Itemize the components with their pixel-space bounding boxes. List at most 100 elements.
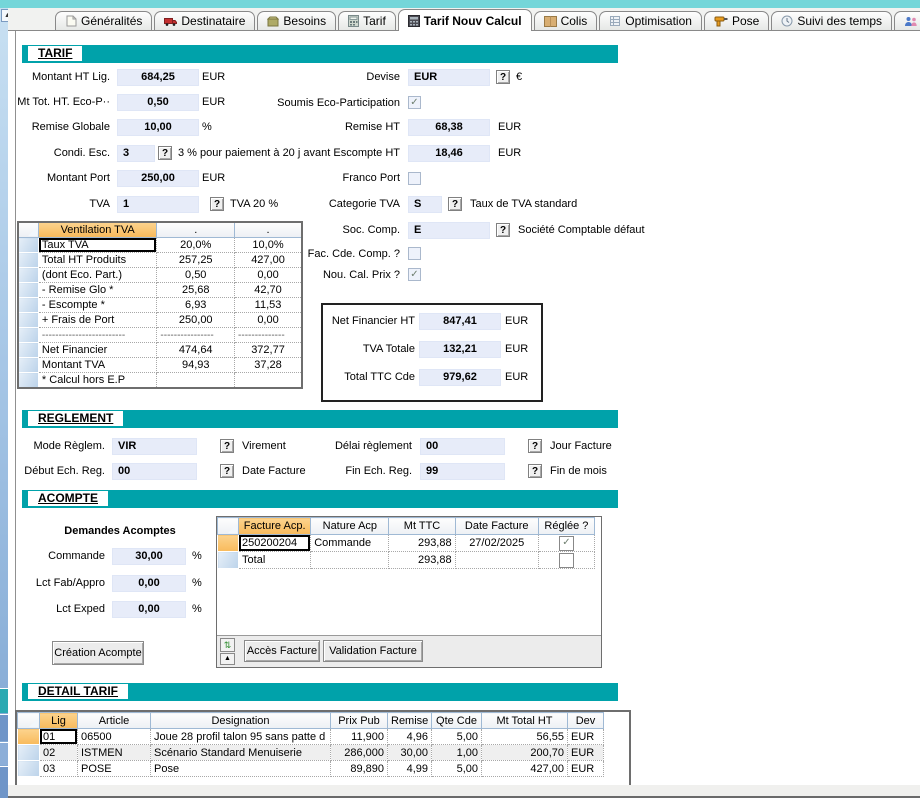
reglee-cell[interactable] <box>538 552 594 569</box>
tab-optimisation[interactable]: Optimisation <box>599 11 702 30</box>
mode-reglem-help-button[interactable]: ? <box>220 439 234 453</box>
ventilation-title-header[interactable]: Ventilation TVA <box>38 222 157 238</box>
date-cell[interactable] <box>455 552 538 569</box>
row-header[interactable] <box>18 253 38 268</box>
tab-tarif[interactable]: Tarif <box>338 11 396 30</box>
ventilation-col-header[interactable]: . <box>157 222 235 238</box>
soc-comp-help-button[interactable]: ? <box>496 223 510 237</box>
mt-total-ht-cell[interactable]: 427,00 <box>482 761 568 777</box>
sort-button[interactable]: ⇅ <box>220 638 235 652</box>
lct-exped-field[interactable]: 0,00 <box>112 601 186 618</box>
remise-cell[interactable]: 4,99 <box>388 761 432 777</box>
montant-port-field[interactable]: 250,00 <box>117 170 199 187</box>
delai-reglement-help-button[interactable]: ? <box>528 439 542 453</box>
col-header-dev[interactable]: Dev <box>568 713 604 729</box>
tab-tarif-nouv-calcul[interactable]: Tarif Nouv Calcul <box>398 9 532 31</box>
reglee-checkbox[interactable] <box>559 553 574 568</box>
col-header-lig[interactable]: Lig <box>40 713 78 729</box>
row-header[interactable] <box>18 761 40 777</box>
col-header-designation[interactable]: Designation <box>151 713 331 729</box>
row-header[interactable] <box>18 358 38 373</box>
designation-cell[interactable]: Scénario Standard Menuiserie <box>151 745 331 761</box>
col-header-nature-acp[interactable]: Nature Acp <box>311 518 389 535</box>
prix-pub-cell[interactable]: 89,890 <box>331 761 388 777</box>
total-ttc-field[interactable]: 979,62 <box>419 369 501 386</box>
col-header-facture-acp[interactable]: Facture Acp. <box>239 518 311 535</box>
dev-cell[interactable]: EUR <box>568 729 604 745</box>
mt-total-ht-cell[interactable]: 200,70 <box>482 745 568 761</box>
nou-cal-checkbox[interactable]: ✓ <box>408 268 421 281</box>
table-corner-cell[interactable] <box>218 518 239 535</box>
escompte-ht-field[interactable]: 18,46 <box>408 145 490 162</box>
franco-port-checkbox[interactable] <box>408 172 421 185</box>
categorie-tva-field[interactable]: S <box>408 196 442 213</box>
cell-taux-tva[interactable]: Taux TVA <box>38 238 157 253</box>
fin-ech-field[interactable]: 99 <box>420 463 505 480</box>
col-header-remise[interactable]: Remise <box>388 713 432 729</box>
row-up-button[interactable]: ▲ <box>220 653 235 665</box>
lig-cell[interactable]: 02 <box>40 745 78 761</box>
row-header[interactable] <box>18 745 40 761</box>
mt-total-ht-cell[interactable]: 56,55 <box>482 729 568 745</box>
lct-fab-field[interactable]: 0,00 <box>112 575 186 592</box>
soumis-eco-checkbox[interactable]: ✓ <box>408 96 421 109</box>
article-cell[interactable]: ISTMEN <box>78 745 151 761</box>
remise-cell[interactable]: 30,00 <box>388 745 432 761</box>
row-header[interactable] <box>18 268 38 283</box>
dev-cell[interactable]: EUR <box>568 745 604 761</box>
tva-field[interactable]: 1 <box>117 196 199 213</box>
mt-ttc-cell[interactable]: 293,88 <box>389 552 455 569</box>
facture-cell[interactable]: 250200204 <box>239 535 311 552</box>
prix-pub-cell[interactable]: 286,000 <box>331 745 388 761</box>
qte-cde-cell[interactable]: 1,00 <box>432 745 482 761</box>
col-header-qte-cde[interactable]: Qte Cde <box>432 713 482 729</box>
remise-globale-field[interactable]: 10,00 <box>117 119 199 136</box>
date-cell[interactable]: 27/02/2025 <box>455 535 538 552</box>
tva-totale-field[interactable]: 132,21 <box>419 341 501 358</box>
row-header[interactable] <box>18 313 38 328</box>
mt-ttc-cell[interactable]: 293,88 <box>389 535 455 552</box>
row-header[interactable] <box>18 238 38 253</box>
devise-field[interactable]: EUR <box>408 69 490 86</box>
qte-cde-cell[interactable]: 5,00 <box>432 761 482 777</box>
ventilation-col-header[interactable]: . <box>235 222 302 238</box>
condi-esc-field[interactable]: 3 <box>117 145 155 162</box>
col-header-article[interactable]: Article <box>78 713 151 729</box>
tab-contacts[interactable]: Contacts <box>894 11 920 30</box>
debut-ech-help-button[interactable]: ? <box>220 464 234 478</box>
article-cell[interactable]: 06500 <box>78 729 151 745</box>
row-header[interactable] <box>18 343 38 358</box>
tab-suivi-des-temps[interactable]: Suivi des temps <box>771 11 892 30</box>
reglee-checkbox[interactable]: ✓ <box>559 536 574 551</box>
mt-tot-eco-field[interactable]: 0,50 <box>117 94 199 111</box>
remise-ht-field[interactable]: 68,38 <box>408 119 490 136</box>
tva-help-button[interactable]: ? <box>210 197 224 211</box>
row-header[interactable] <box>18 283 38 298</box>
net-financier-ht-field[interactable]: 847,41 <box>419 313 501 330</box>
row-header[interactable] <box>218 552 239 569</box>
remise-cell[interactable]: 4,96 <box>388 729 432 745</box>
col-header-mt-ttc[interactable]: Mt TTC <box>389 518 455 535</box>
facture-cell[interactable]: Total <box>239 552 311 569</box>
nature-cell[interactable]: Commande <box>311 535 389 552</box>
fin-ech-help-button[interactable]: ? <box>528 464 542 478</box>
commande-field[interactable]: 30,00 <box>112 548 186 565</box>
tab-pose[interactable]: Pose <box>704 11 769 30</box>
article-cell[interactable]: POSE <box>78 761 151 777</box>
montant-ht-lig-field[interactable]: 684,25 <box>117 69 199 86</box>
reglee-cell[interactable]: ✓ <box>538 535 594 552</box>
table-corner-cell[interactable] <box>18 713 40 729</box>
lig-cell[interactable]: 03 <box>40 761 78 777</box>
devise-help-button[interactable]: ? <box>496 70 510 84</box>
debut-ech-field[interactable]: 00 <box>112 463 197 480</box>
acces-facture-button[interactable]: Accès Facture <box>244 640 320 662</box>
col-header-prix-pub[interactable]: Prix Pub <box>331 713 388 729</box>
row-header[interactable] <box>18 373 38 389</box>
prix-pub-cell[interactable]: 11,900 <box>331 729 388 745</box>
col-header-reglee[interactable]: Réglée ? <box>538 518 594 535</box>
condi-esc-help-button[interactable]: ? <box>158 146 172 160</box>
lig-cell[interactable]: 01 <box>40 729 78 745</box>
tab-colis[interactable]: Colis <box>534 11 598 30</box>
row-header[interactable] <box>18 328 38 343</box>
mode-reglem-field[interactable]: VIR <box>112 438 197 455</box>
